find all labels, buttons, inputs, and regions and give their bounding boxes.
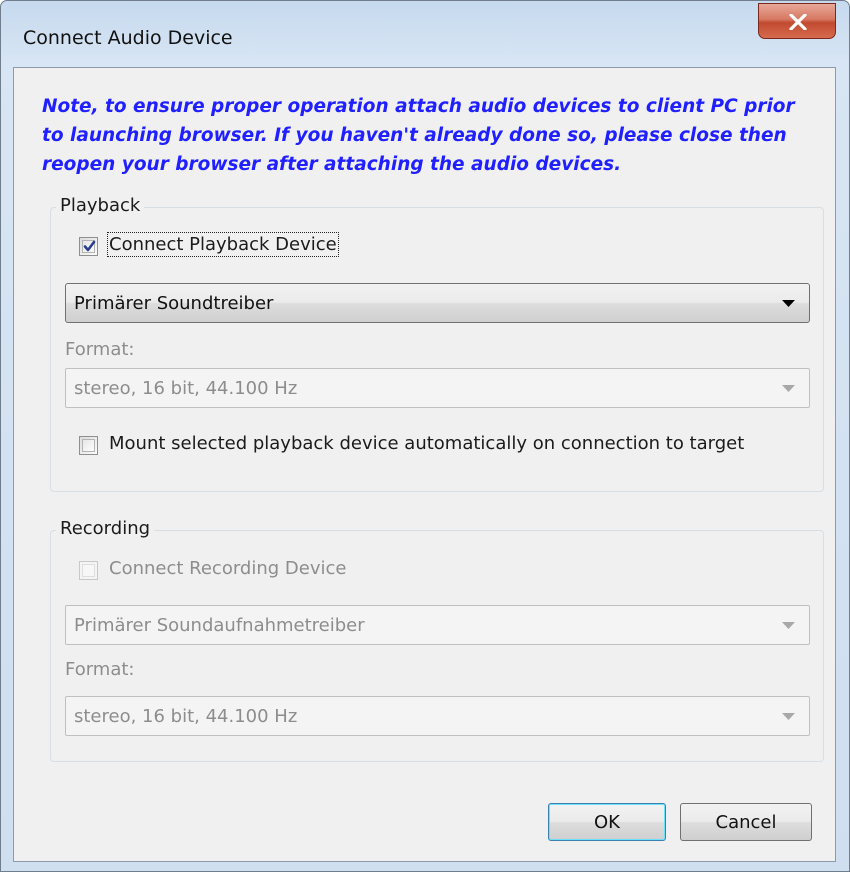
recording-device-select[interactable]: Primärer Soundaufnahmetreiber	[65, 605, 810, 645]
playback-format-select[interactable]: stereo, 16 bit, 44.100 Hz	[65, 368, 810, 408]
connect-recording-checkbox[interactable]	[79, 561, 98, 580]
recording-format-label: Format:	[65, 659, 135, 680]
playback-format-label: Format:	[65, 339, 135, 360]
checkmark-icon	[83, 240, 96, 252]
title-bar[interactable]: Connect Audio Device	[1, 1, 849, 67]
dialog-body: Note, to ensure proper operation attach …	[13, 67, 836, 862]
connect-recording-label[interactable]: Connect Recording Device	[109, 558, 346, 579]
recording-format-select[interactable]: stereo, 16 bit, 44.100 Hz	[65, 696, 810, 736]
playback-group: Playback Connect Playback Device Primäre…	[50, 195, 824, 492]
close-icon	[789, 14, 807, 30]
connect-playback-label[interactable]: Connect Playback Device	[107, 232, 339, 257]
chevron-down-icon	[782, 385, 795, 392]
note-text: Note, to ensure proper operation attach …	[42, 96, 795, 175]
chevron-down-icon	[782, 622, 795, 629]
chevron-down-icon	[782, 713, 795, 720]
playback-device-select[interactable]: Primärer Soundtreiber	[65, 283, 810, 323]
window-title: Connect Audio Device	[23, 27, 233, 49]
playback-device-value: Primärer Soundtreiber	[74, 293, 274, 314]
playback-group-title: Playback	[56, 195, 145, 216]
recording-group-title: Recording	[56, 518, 155, 539]
recording-format-value: stereo, 16 bit, 44.100 Hz	[74, 706, 298, 727]
dialog-window: Connect Audio Device Note, to ensure pro…	[0, 0, 850, 872]
chevron-down-icon	[782, 300, 795, 307]
playback-format-value: stereo, 16 bit, 44.100 Hz	[74, 378, 298, 399]
close-button[interactable]	[758, 3, 836, 39]
mount-playback-label[interactable]: Mount selected playback device automatic…	[109, 433, 744, 454]
mount-playback-checkbox[interactable]	[79, 436, 98, 455]
connect-playback-checkbox[interactable]	[79, 237, 98, 256]
cancel-button[interactable]: Cancel	[680, 803, 812, 841]
ok-button[interactable]: OK	[548, 803, 666, 841]
recording-group: Recording Connect Recording Device Primä…	[50, 518, 824, 762]
recording-device-value: Primärer Soundaufnahmetreiber	[74, 615, 365, 636]
